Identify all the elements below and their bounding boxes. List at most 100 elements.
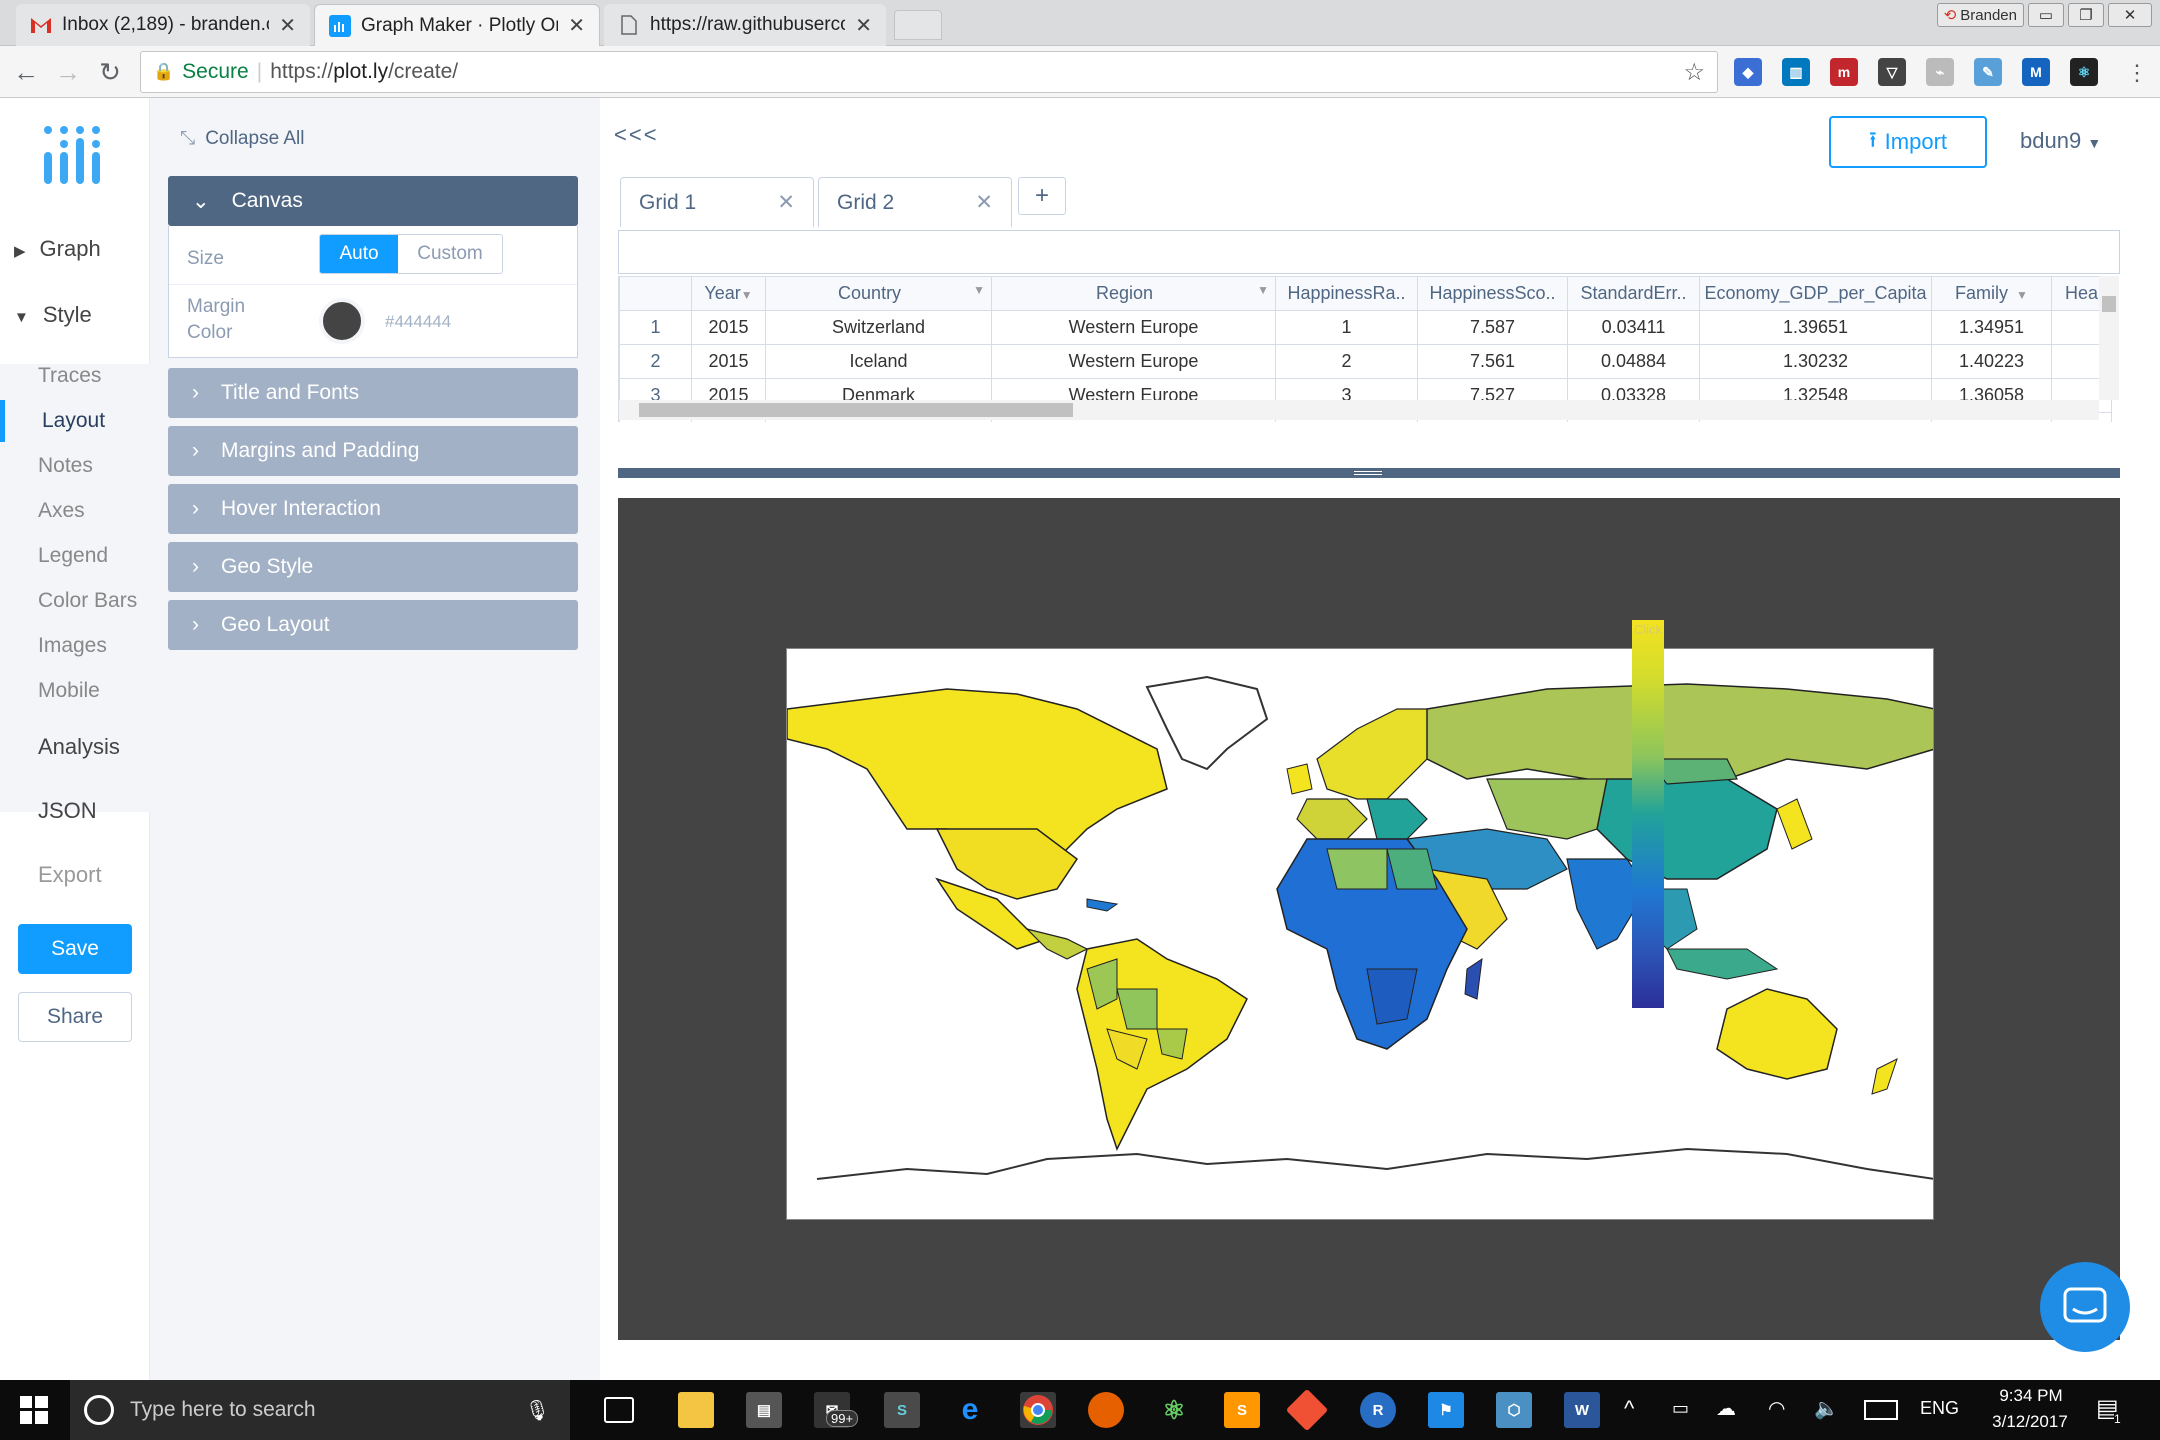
clock-date[interactable]: 3/12/2017 xyxy=(1982,1412,2078,1432)
react-icon[interactable]: ⚛ xyxy=(2070,58,2098,86)
git-icon[interactable] xyxy=(1285,1388,1329,1432)
volume-icon[interactable]: 🔈 xyxy=(1814,1396,1839,1421)
hover-interaction-section[interactable]: › Hover Interaction xyxy=(168,484,578,534)
resize-splitter[interactable] xyxy=(618,468,2120,478)
back-icon[interactable]: ← xyxy=(8,54,44,90)
add-grid-tab-button[interactable]: + xyxy=(1018,177,1066,215)
table-cell[interactable]: 2015 xyxy=(691,310,766,345)
collapse-all-button[interactable]: ⤡ Collapse All xyxy=(180,128,304,150)
windows-start-icon[interactable] xyxy=(20,1396,48,1424)
extension-icon[interactable]: ✎ xyxy=(1974,58,2002,86)
nav-mobile[interactable]: Mobile xyxy=(0,679,150,703)
table-cell[interactable]: Western Europe xyxy=(991,344,1276,379)
app-icon[interactable]: ⚑ xyxy=(1428,1392,1464,1428)
choropleth-map[interactable] xyxy=(786,648,1934,1220)
task-view-icon[interactable] xyxy=(604,1397,634,1423)
app-icon[interactable]: ⬡ xyxy=(1496,1392,1532,1428)
bookmark-star-icon[interactable]: ☆ xyxy=(1683,58,1705,87)
table-cell[interactable]: 0.03411 xyxy=(1567,310,1700,345)
slack-icon[interactable]: S xyxy=(884,1392,920,1428)
column-header-region[interactable]: Region ▼ xyxy=(991,276,1276,311)
horizontal-scrollbar[interactable] xyxy=(619,400,2099,420)
battery-icon[interactable]: ▭ xyxy=(1672,1398,1689,1419)
table-cell[interactable]: 7.561 xyxy=(1417,344,1568,379)
column-header-standard-error[interactable]: StandardErr.. xyxy=(1567,276,1700,311)
geo-style-section[interactable]: › Geo Style xyxy=(168,542,578,592)
nav-notes[interactable]: Notes xyxy=(0,454,150,478)
app-icon[interactable]: ▤ xyxy=(746,1392,782,1428)
nav-color-bars[interactable]: Color Bars xyxy=(0,589,150,613)
table-row[interactable]: 1 2015 Switzerland Western Europe 1 7.58… xyxy=(619,310,2112,345)
trello-icon[interactable]: ▥ xyxy=(1782,58,1810,86)
nav-axes[interactable]: Axes xyxy=(0,499,150,523)
table-cell[interactable]: 2 xyxy=(1275,344,1418,379)
microphone-icon[interactable]: 🎙 xyxy=(525,1398,550,1423)
profile-button[interactable]: ⟲ Branden xyxy=(1936,3,2024,27)
chat-launcher-button[interactable] xyxy=(2040,1262,2130,1352)
extension-icon[interactable]: M xyxy=(2022,58,2050,86)
filter-icon[interactable]: ▼ xyxy=(2016,288,2028,302)
table-cell[interactable]: 0.04884 xyxy=(1567,344,1700,379)
filter-icon[interactable]: ▼ xyxy=(741,288,753,302)
extension-icon[interactable]: ◆ xyxy=(1734,58,1762,86)
scrollbar-thumb[interactable] xyxy=(2102,296,2116,312)
file-explorer-icon[interactable] xyxy=(678,1392,714,1428)
table-row[interactable]: 2 2015 Iceland Western Europe 2 7.561 0.… xyxy=(619,344,2112,379)
browser-tab-plotly[interactable]: Graph Maker · Plotly Onli ✕ xyxy=(314,4,600,46)
forward-icon[interactable]: → xyxy=(50,54,86,90)
edge-icon[interactable]: e xyxy=(952,1392,988,1428)
clock-time[interactable]: 9:34 PM xyxy=(1986,1386,2076,1406)
close-window-button[interactable]: ✕ xyxy=(2108,3,2152,27)
filter-icon[interactable]: ▼ xyxy=(1257,283,1269,297)
formula-bar[interactable] xyxy=(618,230,2120,274)
canvas-section-header[interactable]: ⌄ Canvas xyxy=(168,176,578,226)
pocket-icon[interactable]: ▽ xyxy=(1878,58,1906,86)
chevron-up-icon[interactable]: ^ xyxy=(1624,1396,1634,1422)
atom-icon[interactable]: ⚛ xyxy=(1156,1392,1192,1428)
color-swatch[interactable] xyxy=(319,298,365,344)
close-icon[interactable]: ✕ xyxy=(855,13,872,38)
nav-style[interactable]: ▼ Style xyxy=(0,302,150,328)
minimize-button[interactable]: ▭ xyxy=(2028,3,2064,27)
table-cell[interactable]: 1 xyxy=(1275,310,1418,345)
onedrive-icon[interactable]: ☁ xyxy=(1716,1396,1736,1421)
geo-layout-section[interactable]: › Geo Layout xyxy=(168,600,578,650)
firefox-icon[interactable] xyxy=(1088,1392,1124,1428)
sublime-icon[interactable]: S xyxy=(1224,1392,1260,1428)
column-header-happiness-score[interactable]: HappinessSco.. xyxy=(1417,276,1568,311)
import-button[interactable]: ⭱ Import xyxy=(1829,116,1987,168)
nav-json[interactable]: JSON xyxy=(0,798,150,824)
word-icon[interactable]: W xyxy=(1564,1392,1600,1428)
table-cell[interactable]: 7.587 xyxy=(1417,310,1568,345)
margins-and-padding-section[interactable]: › Margins and Padding xyxy=(168,426,578,476)
menu-icon[interactable]: ⋮ xyxy=(2126,60,2148,86)
pdf-icon[interactable]: ⌁ xyxy=(1926,58,1954,86)
table-cell[interactable]: 2015 xyxy=(691,344,766,379)
title-and-fonts-section[interactable]: › Title and Fonts xyxy=(168,368,578,418)
close-icon[interactable]: ✕ xyxy=(568,13,585,38)
url-bar[interactable]: 🔒 Secure | https://plot.ly/create/ ☆ xyxy=(140,51,1718,93)
close-icon[interactable]: ✕ xyxy=(279,13,296,38)
column-header-year[interactable]: Year▼ xyxy=(691,276,766,311)
close-icon[interactable]: ✕ xyxy=(975,190,993,215)
column-header-family[interactable]: Family ▼ xyxy=(1931,276,2052,311)
nav-layout[interactable]: Layout xyxy=(0,400,150,442)
browser-tab-github[interactable]: https://raw.githubuserco ✕ xyxy=(604,4,886,46)
browser-tab-gmail[interactable]: Inbox (2,189) - branden.c ✕ xyxy=(16,4,310,46)
keyboard-icon[interactable] xyxy=(1864,1400,1898,1420)
plot-canvas[interactable]: Click xyxy=(618,498,2120,1340)
taskbar-search-box[interactable]: Type here to search 🎙 xyxy=(70,1380,570,1440)
save-button[interactable]: Save xyxy=(18,924,132,974)
nav-graph[interactable]: ▶ Graph xyxy=(0,236,150,262)
nav-legend[interactable]: Legend xyxy=(0,544,150,568)
language-indicator[interactable]: ENG xyxy=(1920,1398,1959,1419)
reload-icon[interactable]: ↻ xyxy=(92,54,128,90)
column-header-happiness-rank[interactable]: HappinessRa.. xyxy=(1275,276,1418,311)
table-cell[interactable]: Western Europe xyxy=(991,310,1276,345)
filter-icon[interactable]: ▼ xyxy=(973,283,985,297)
restore-button[interactable]: ❐ xyxy=(2068,3,2104,27)
margin-color-value[interactable]: #444444 xyxy=(385,312,451,332)
scrollbar-thumb[interactable] xyxy=(639,403,1073,417)
table-cell[interactable]: Iceland xyxy=(765,344,992,379)
share-button[interactable]: Share xyxy=(18,992,132,1042)
